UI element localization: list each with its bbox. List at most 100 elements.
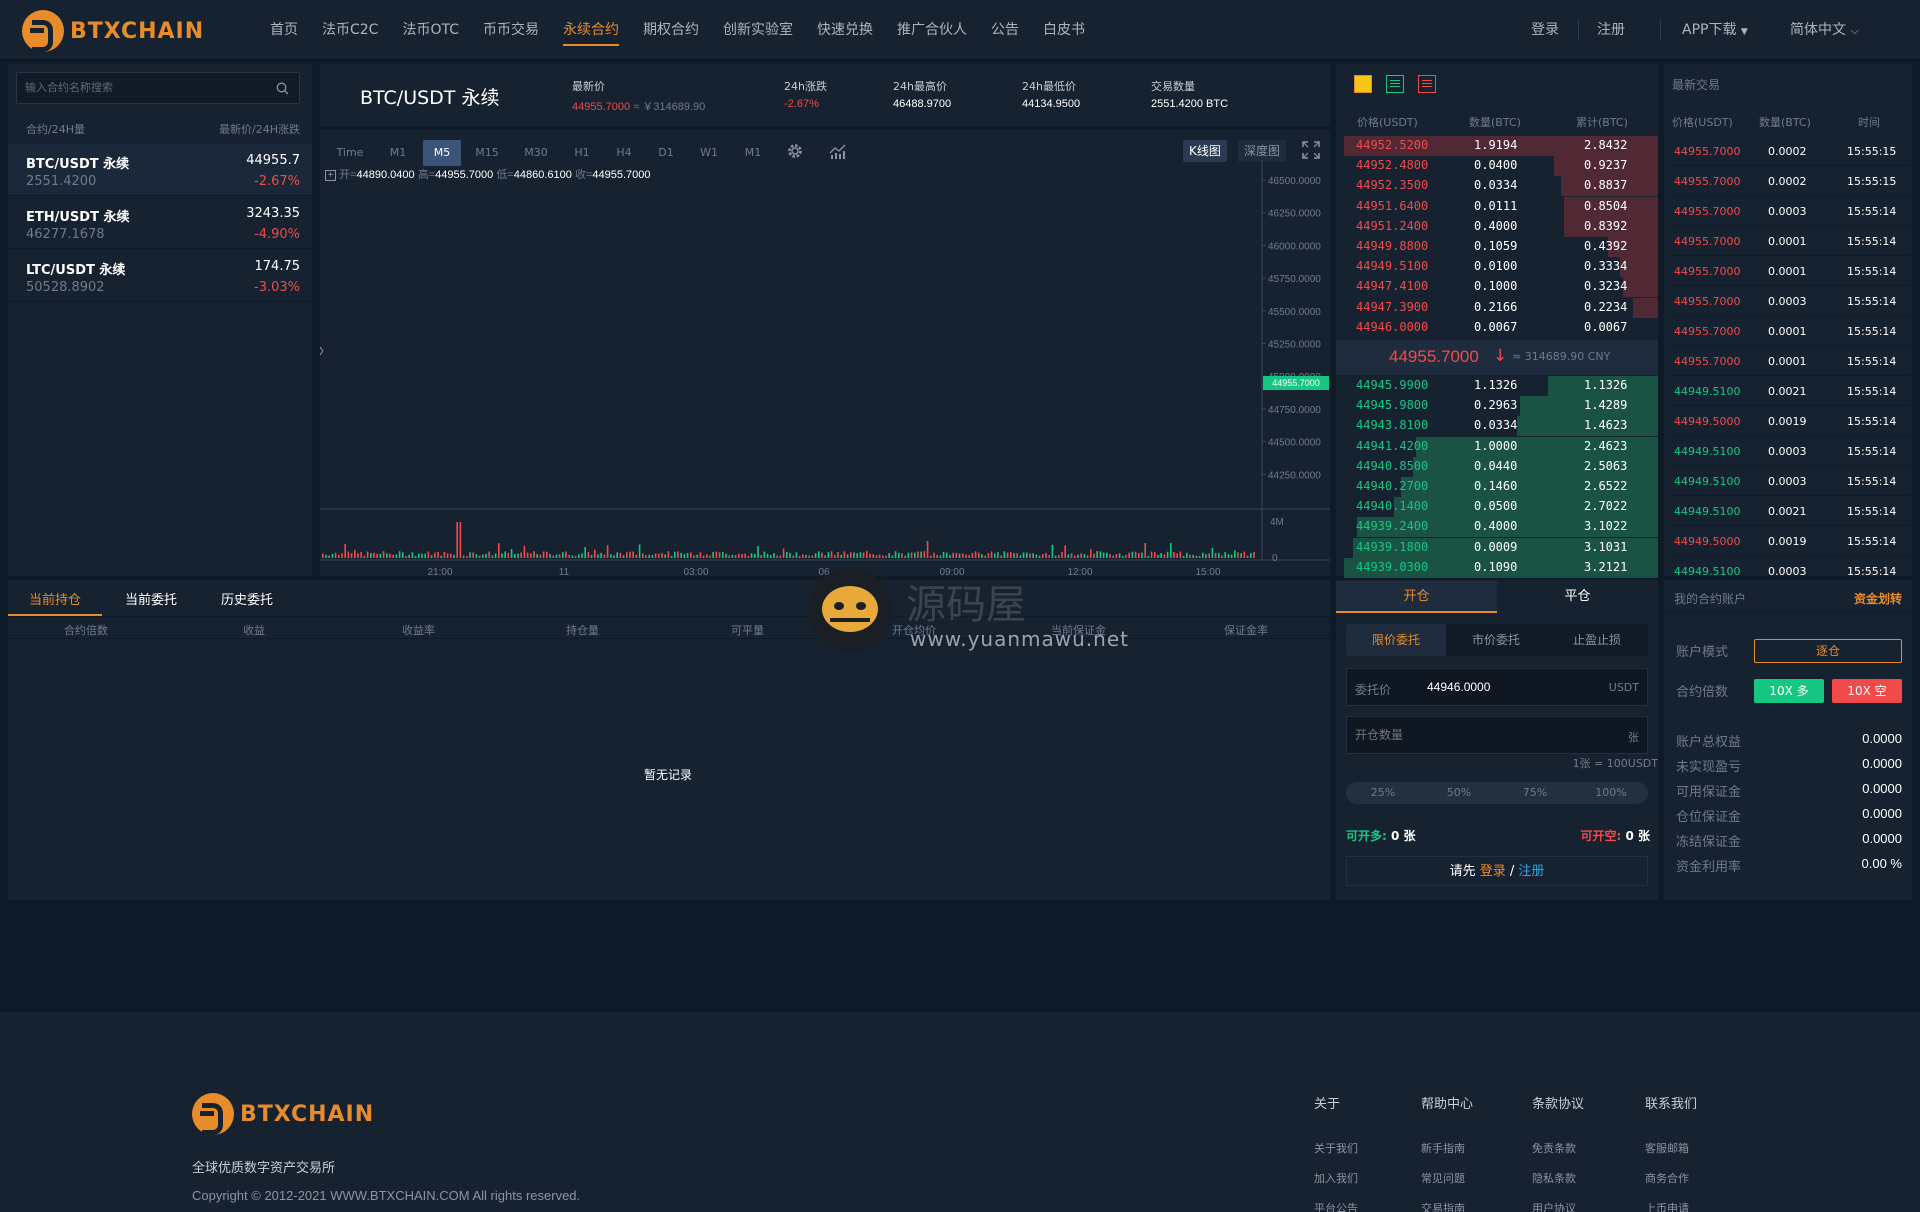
kline-chart[interactable]: 46500.0000 46250.0000 46000.0000 45750.0000…	[320, 160, 1330, 576]
volume-bar	[498, 543, 500, 558]
nav-swap[interactable]: 快速兑换	[805, 0, 885, 60]
tab-close-position[interactable]: 平仓	[1497, 581, 1658, 613]
bid-row[interactable]: 44939.2400 0.4000 3.1022	[1344, 517, 1658, 538]
market-row-eth[interactable]: ETH/USDT 永续 46277.1678 3243.35 -4.90%	[8, 197, 312, 249]
bid-row[interactable]: 44940.2700 0.1460 2.6522	[1344, 477, 1658, 497]
tab-open-position[interactable]: 开仓	[1336, 581, 1497, 613]
nav-partner[interactable]: 推广合伙人	[885, 0, 979, 60]
transfer-link[interactable]: 资金划转	[1854, 590, 1902, 607]
view-kline-button[interactable]: K线图	[1183, 140, 1227, 162]
margin-mode-button[interactable]: 逐仓	[1754, 639, 1902, 663]
volume-bar	[773, 553, 775, 558]
nav-c2c[interactable]: 法币C2C	[310, 0, 390, 60]
leverage-long-button[interactable]: 10X 多	[1754, 679, 1824, 703]
bid-row[interactable]: 44943.8100 0.0334 1.4623	[1344, 416, 1658, 437]
footer-link[interactable]: 免责条款	[1532, 1140, 1576, 1156]
nav-home[interactable]: 首页	[258, 0, 310, 60]
footer-col-title: 关于	[1314, 1097, 1341, 1112]
bid-row[interactable]: 44941.4200 1.0000 2.4623	[1344, 436, 1658, 457]
indicator-icon[interactable]	[829, 142, 847, 160]
nav-perpetual[interactable]: 永续合约	[551, 0, 631, 60]
ask-row[interactable]: 44946.0000 0.0067 0.0067	[1344, 318, 1658, 338]
collapse-handle-icon[interactable]	[320, 346, 324, 356]
brand-logo[interactable]: BTXCHAIN	[22, 10, 204, 52]
market-row-ltc[interactable]: LTC/USDT 永续 50528.8902 174.75 -3.03%	[8, 250, 312, 302]
leverage-short-button[interactable]: 10X 空	[1832, 679, 1902, 703]
stop-order-tab[interactable]: 止盈止损	[1546, 624, 1648, 656]
volume-bar	[392, 554, 394, 558]
nav-notice[interactable]: 公告	[979, 0, 1031, 60]
footer-link[interactable]: 上币申请	[1645, 1200, 1689, 1212]
gear-icon[interactable]	[786, 142, 804, 160]
login-link[interactable]: 登录	[1480, 864, 1506, 879]
footer-link[interactable]: 交易指南	[1421, 1200, 1465, 1212]
tab-current-positions[interactable]: 当前持仓	[8, 586, 102, 616]
ask-row[interactable]: 44952.3500 0.0334 0.8837	[1344, 176, 1658, 197]
market-order-tab[interactable]: 市价委托	[1446, 624, 1546, 656]
market-price: 44955.7	[246, 153, 300, 168]
tab-order-history[interactable]: 历史委托	[200, 586, 294, 616]
bid-row[interactable]: 44945.9900 1.1326 1.1326	[1344, 376, 1658, 396]
app-download[interactable]: APP下载 ▼	[1682, 0, 1748, 60]
footer-link[interactable]: 平台公告	[1314, 1200, 1358, 1212]
bid-row[interactable]: 44940.8500 0.0440 2.5063	[1344, 456, 1658, 477]
nav-otc[interactable]: 法币OTC	[390, 0, 471, 60]
market-search-input[interactable]	[17, 73, 267, 103]
market-row-btc[interactable]: BTC/USDT 永续 2551.4200 44955.7 -2.67%	[8, 144, 312, 196]
ask-row[interactable]: 44949.5100 0.0100 0.3334	[1344, 257, 1658, 278]
bid-row[interactable]: 44940.1400 0.0500 2.7022	[1344, 497, 1658, 518]
qty-field[interactable]: 张	[1346, 716, 1648, 754]
volume-bar	[939, 555, 942, 558]
register-link[interactable]: 注册	[1597, 0, 1625, 60]
pct-100[interactable]: 100%	[1574, 782, 1648, 804]
price-input[interactable]	[1427, 675, 1587, 699]
register-link[interactable]: 注册	[1518, 864, 1544, 879]
ask-row[interactable]: 44947.3900 0.2166 0.2234	[1344, 297, 1658, 318]
book-both-icon[interactable]	[1354, 75, 1372, 93]
volume-bar	[459, 522, 462, 558]
footer-link[interactable]: 隐私条款	[1532, 1170, 1576, 1186]
volume-bar	[338, 554, 340, 558]
nav-options[interactable]: 期权合约	[631, 0, 711, 60]
footer-link[interactable]: 商务合作	[1645, 1170, 1689, 1186]
footer-link[interactable]: 用户协议	[1532, 1200, 1576, 1212]
language-select[interactable]: 简体中文 ⌵	[1790, 0, 1859, 60]
pct-25[interactable]: 25%	[1346, 782, 1420, 804]
qty-input[interactable]	[1355, 723, 1595, 747]
bid-row[interactable]: 44945.9800 0.2963 1.4289	[1344, 396, 1658, 417]
ask-row[interactable]: 44952.4800 0.0400 0.9237	[1344, 156, 1658, 177]
view-depth-button[interactable]: 深度图	[1238, 140, 1287, 162]
volume-bar	[354, 549, 356, 558]
volume-bar	[1115, 554, 1118, 558]
bid-row[interactable]: 44939.1800 0.0009 3.1031	[1344, 537, 1658, 558]
footer-logo[interactable]: BTXCHAIN	[192, 1093, 374, 1135]
search-icon[interactable]	[276, 82, 289, 95]
footer-link[interactable]: 新手指南	[1421, 1140, 1465, 1156]
bid-row[interactable]: 44939.0300 0.1090 3.2121	[1344, 557, 1658, 578]
volume-bar	[1182, 556, 1185, 558]
ask-row[interactable]: 44951.6400 0.0111 0.8504	[1344, 196, 1658, 217]
ask-row[interactable]: 44952.5200 1.9194 2.8432	[1344, 136, 1658, 156]
footer-link[interactable]: 客服邮箱	[1645, 1140, 1689, 1156]
login-link[interactable]: 登录	[1531, 0, 1559, 60]
nav-lab[interactable]: 创新实验室	[711, 0, 805, 60]
book-asks-icon[interactable]	[1418, 75, 1436, 93]
footer-link[interactable]: 关于我们	[1314, 1140, 1358, 1156]
ask-row[interactable]: 44947.4100 0.1000 0.3234	[1344, 277, 1658, 298]
volume-bar	[923, 551, 926, 558]
price-field[interactable]: 委托价 USDT	[1346, 668, 1648, 706]
tab-current-orders[interactable]: 当前委托	[104, 586, 198, 616]
volume-bar	[648, 554, 650, 558]
pct-50[interactable]: 50%	[1422, 782, 1496, 804]
ask-row[interactable]: 44949.8800 0.1059 0.4392	[1344, 237, 1658, 257]
footer-link[interactable]: 加入我们	[1314, 1170, 1358, 1186]
limit-order-tab[interactable]: 限价委托	[1346, 624, 1446, 656]
volume-bar	[1173, 552, 1175, 558]
nav-whitepaper[interactable]: 白皮书	[1031, 0, 1097, 60]
book-bids-icon[interactable]	[1386, 75, 1404, 93]
fullscreen-icon[interactable]	[1302, 141, 1320, 159]
footer-link[interactable]: 常见问题	[1421, 1170, 1465, 1186]
pct-75[interactable]: 75%	[1498, 782, 1572, 804]
ask-row[interactable]: 44951.2400 0.4000 0.8392	[1344, 216, 1658, 237]
nav-spot[interactable]: 币币交易	[471, 0, 551, 60]
